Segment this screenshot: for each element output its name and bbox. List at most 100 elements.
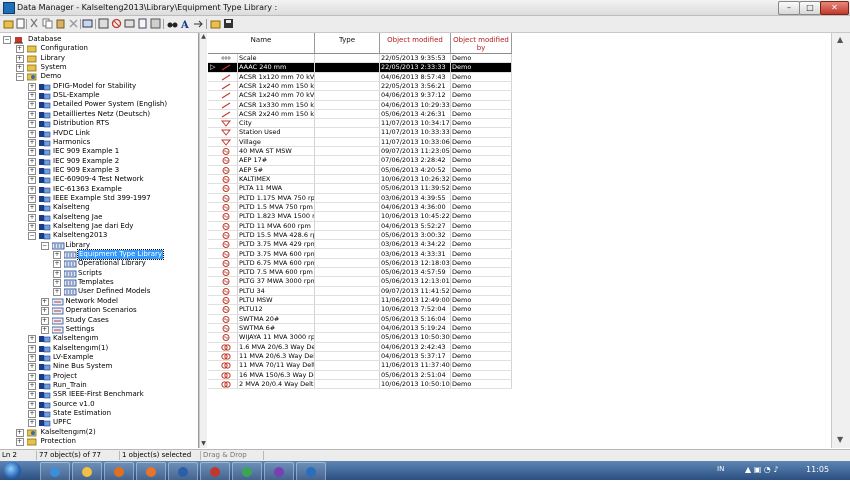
expand-toggle-icon[interactable]: + [28, 213, 36, 222]
expand-toggle-icon[interactable]: + [53, 279, 61, 288]
expand-toggle-icon[interactable]: + [40, 297, 49, 306]
table-row[interactable]: PLTD 7.5 MVA 600 rpm 05/06/2013 4:57:59 De… [208, 268, 512, 278]
paste-icon[interactable] [55, 18, 66, 29]
expand-toggle-icon[interactable]: + [28, 148, 36, 157]
minimize-button[interactable]: – [778, 1, 800, 15]
copy-icon[interactable] [42, 18, 53, 29]
tree-node[interactable]: + Nine Bus System [0, 362, 198, 372]
tree-node[interactable]: + Detailed Power System (English) [0, 100, 198, 110]
table-row[interactable]: PLTD 11 MVA 600 rpm 04/06/2013 5:52:27 Dem… [208, 221, 512, 231]
expand-toggle-icon[interactable]: + [28, 419, 36, 428]
tree-node[interactable]: + Settings [0, 325, 198, 334]
tree-node[interactable]: + DSL-Example [0, 91, 198, 101]
close-button[interactable]: ✕ [820, 1, 849, 15]
table-row[interactable]: 40 MVA ST MSW 09/07/2013 11:23:05 Demo [208, 147, 512, 157]
expand-toggle-icon[interactable]: + [28, 381, 36, 390]
expand-toggle-icon[interactable]: + [28, 157, 36, 166]
expand-toggle-icon[interactable]: + [40, 325, 49, 334]
tree-node[interactable]: + Source v1.0 [0, 400, 198, 409]
scroll-down-icon[interactable]: ▼ [837, 435, 843, 444]
tree-node[interactable]: + Scripts [0, 269, 198, 278]
tree-node[interactable]: + IEEE Example Std 399-1997 [0, 194, 198, 203]
open-folder-icon[interactable] [210, 18, 221, 29]
tree-node[interactable]: + IEC-61363 Example [0, 185, 198, 194]
tools-icon[interactable] [124, 18, 135, 29]
expand-toggle-icon[interactable]: + [53, 269, 61, 278]
table-row[interactable]: PLTD 1.175 MVA 750 rpm 03/06/2013 4:39:55… [208, 193, 512, 203]
edit-icon[interactable] [82, 18, 93, 29]
table-scrollbar[interactable]: ▲ ▼ [831, 33, 850, 448]
expand-toggle-icon[interactable]: + [15, 64, 24, 73]
expand-toggle-icon[interactable]: + [15, 428, 24, 437]
file-explorer-icon[interactable] [72, 462, 102, 481]
settings-icon[interactable] [150, 18, 161, 29]
powerfactory-app-icon[interactable] [296, 462, 326, 481]
table-row[interactable]: PLTU MSW 11/06/2013 12:49:00 Demo [208, 296, 512, 306]
word-icon[interactable] [168, 462, 198, 481]
column-header[interactable]: Object modified by [451, 33, 512, 53]
expand-toggle-icon[interactable]: + [53, 251, 61, 260]
expand-toggle-icon[interactable]: + [53, 288, 61, 297]
tree-node[interactable]: + Kalseltengım(1) [0, 344, 198, 353]
table-row[interactable]: Village 11/07/2013 10:33:06 Demo [208, 137, 512, 148]
table-row[interactable]: ACSR 1x240 mm 70 kV 04/06/2013 9:37:12 Dem… [208, 91, 512, 101]
font-icon[interactable]: A [180, 18, 191, 29]
expand-toggle-icon[interactable]: + [40, 316, 49, 325]
move-icon[interactable] [193, 18, 204, 29]
chrome-icon[interactable] [232, 462, 262, 481]
new-object-icon[interactable] [15, 18, 26, 29]
expand-toggle-icon[interactable]: + [28, 391, 36, 400]
table-row[interactable]: City 11/07/2013 10:34:17 Demo [208, 119, 512, 129]
save-icon[interactable] [223, 18, 234, 29]
tree-node[interactable]: + UPFC [0, 418, 198, 428]
expand-toggle-icon[interactable]: − [28, 232, 36, 241]
tree-node[interactable]: + Run_Train [0, 381, 198, 390]
table-row[interactable]: PLTD 6.75 MVA 600 rpm 05/06/2013 12:18:03… [208, 258, 512, 269]
expand-toggle-icon[interactable]: + [53, 260, 61, 269]
table-row[interactable]: PLTD 15.5 MVA 428.6 rpm 05/06/2013 3:00:3… [208, 230, 512, 241]
start-button[interactable] [4, 462, 21, 479]
table-row[interactable]: ACSR 2x240 mm 150 kV 05/06/2013 4:26:31 De… [208, 109, 512, 120]
expand-toggle-icon[interactable]: + [28, 363, 36, 372]
table-row[interactable]: SWTMA 20# 05/06/2013 5:16:04 Demo [208, 314, 512, 324]
expand-toggle-icon[interactable]: + [40, 307, 49, 316]
table-row[interactable]: ACSR 1x120 mm 70 kV 04/06/2013 8:57:43 Dem… [208, 72, 512, 82]
expand-toggle-icon[interactable]: + [28, 166, 36, 175]
tree-node[interactable]: + HVDC Link [0, 129, 198, 138]
media-player-icon[interactable] [104, 462, 134, 481]
tree-node[interactable]: + State Estimation [0, 409, 198, 418]
tree-scroll-down-icon[interactable]: ▼ [200, 440, 207, 447]
expand-toggle-icon[interactable]: + [15, 45, 24, 54]
tree-node[interactable]: + Distribution RTS [0, 119, 198, 129]
tree-node[interactable]: + IEC 909 Example 3 [0, 166, 198, 175]
internet-explorer-icon[interactable] [40, 462, 70, 481]
tree-node[interactable]: + IEC 909 Example 2 [0, 157, 198, 166]
table-row[interactable]: 11 MVA 70/11 Way Delta 11/06/2013 11:37:4… [208, 361, 512, 371]
delete-icon[interactable] [68, 18, 79, 29]
tree-node[interactable]: + Project [0, 372, 198, 381]
expand-toggle-icon[interactable]: + [28, 92, 36, 101]
report-icon[interactable] [137, 18, 148, 29]
tree-scrollbar[interactable]: ▲ ▼ [199, 33, 207, 448]
filter-icon[interactable] [98, 18, 109, 29]
expand-toggle-icon[interactable]: + [28, 410, 36, 418]
expand-toggle-icon[interactable]: + [28, 129, 36, 138]
tree-node[interactable]: + Library [0, 54, 198, 63]
table-row[interactable]: PLTD 1.5 MVA 750 rpm 04/06/2013 4:36:00 De… [208, 202, 512, 213]
column-header[interactable]: Type [315, 33, 380, 53]
stop-icon[interactable] [111, 18, 122, 29]
binoculars-icon[interactable] [167, 18, 178, 29]
tree-node[interactable]: + Protection [0, 437, 198, 447]
tree-node[interactable]: − Kalselteng2013 [0, 231, 198, 241]
tree-node[interactable]: + Kalselteng Jae dari Edy [0, 222, 198, 231]
tree-node[interactable]: + IEC 909 Example 1 [0, 147, 198, 157]
expand-toggle-icon[interactable]: + [28, 82, 36, 91]
table-row[interactable]: 11 MVA 20/6.3 Way Delta 04/06/2013 5:37:1… [208, 351, 512, 362]
tree-node[interactable]: + Configuration [0, 44, 198, 54]
tree-node[interactable]: + Operational Library [0, 259, 198, 269]
tree-scroll-up-icon[interactable]: ▲ [200, 33, 207, 40]
table-row[interactable]: WIJAYA 11 MVA 3000 rpm 05/06/2013 10:50:3… [208, 333, 512, 343]
tree-node[interactable]: + Kalseltengım(2) [0, 428, 198, 437]
table-row[interactable]: PLTG 37 MWA 3000 rpm 05/06/2013 12:13:01 D… [208, 277, 512, 287]
table-row[interactable]: PLTU 34 09/07/2013 11:41:52 Demo [208, 286, 512, 297]
